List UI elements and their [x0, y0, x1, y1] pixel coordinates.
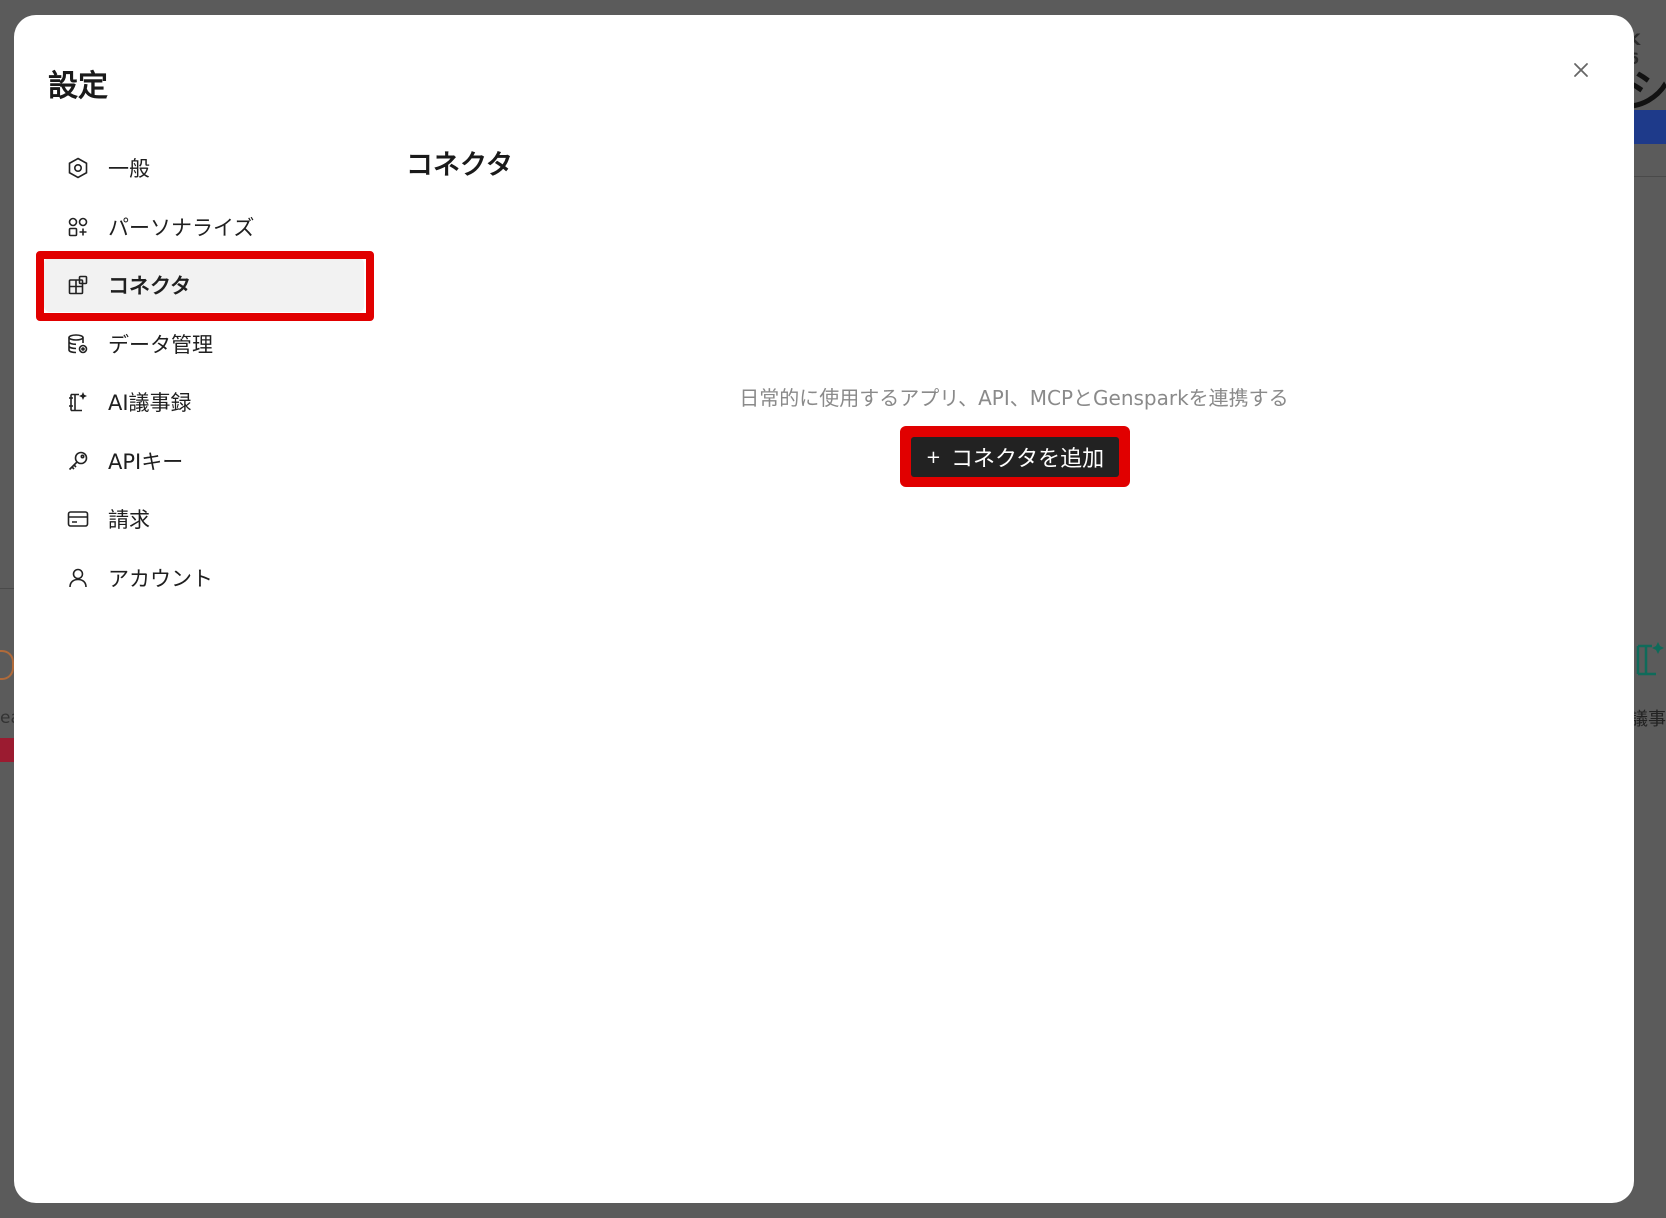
sidebar-item-personalize[interactable]: パーソナライズ — [44, 200, 364, 254]
sidebar-item-label: AI議事録 — [108, 391, 192, 415]
add-connector-button[interactable]: + コネクタを追加 — [911, 437, 1119, 477]
background-divider — [0, 588, 14, 589]
sidebar-item-label: 請求 — [108, 508, 150, 532]
sidebar-item-account[interactable]: アカウント — [44, 551, 364, 605]
background-badge — [0, 738, 14, 762]
empty-state-description: 日常的に使用するアプリ、API、MCPとGensparkを連携する — [739, 386, 1289, 410]
sidebar-item-connector[interactable]: コネクタ — [36, 251, 374, 321]
key-icon — [66, 449, 90, 473]
add-connector-label: コネクタを追加 — [950, 447, 1105, 472]
user-icon — [66, 566, 90, 590]
database-icon — [66, 332, 90, 356]
page-title: コネクタ — [406, 150, 513, 181]
settings-sidebar: 一般 パーソナライズ コネクタ データ管理 AI議事録 APIキー 請求 アカウ… — [36, 141, 374, 609]
close-button[interactable] — [1564, 53, 1598, 87]
background-label: 議事録 — [1630, 709, 1666, 730]
sidebar-item-api-key[interactable]: APIキー — [44, 434, 364, 488]
sidebar-item-billing[interactable]: 請求 — [44, 492, 364, 546]
sidebar-item-label: APIキー — [108, 449, 184, 474]
close-icon — [1574, 63, 1588, 77]
sidebar-item-data-management[interactable]: データ管理 — [44, 317, 364, 371]
sidebar-item-label: データ管理 — [108, 332, 213, 357]
card-icon — [66, 507, 90, 531]
sidebar-item-label: アカウント — [108, 566, 213, 591]
sidebar-item-label: 一般 — [108, 157, 150, 181]
background-ai-notes-icon — [1636, 642, 1664, 676]
connector-icon — [66, 273, 90, 297]
background-chat-icon — [0, 650, 14, 680]
gear-icon — [66, 156, 90, 180]
sidebar-item-label: パーソナライズ — [108, 215, 255, 240]
sidebar-item-ai-notes[interactable]: AI議事録 — [44, 375, 364, 429]
personalize-icon — [66, 215, 90, 239]
settings-modal: 設定 一般 パーソナライズ コネクタ データ管理 AI議事録 APIキー 請求 … — [14, 15, 1634, 1203]
ai-notes-icon — [66, 390, 90, 414]
sidebar-item-general[interactable]: 一般 — [44, 141, 364, 195]
modal-title: 設定 — [48, 69, 108, 104]
plus-icon: + — [925, 446, 941, 468]
sidebar-item-label: コネクタ — [108, 274, 192, 298]
